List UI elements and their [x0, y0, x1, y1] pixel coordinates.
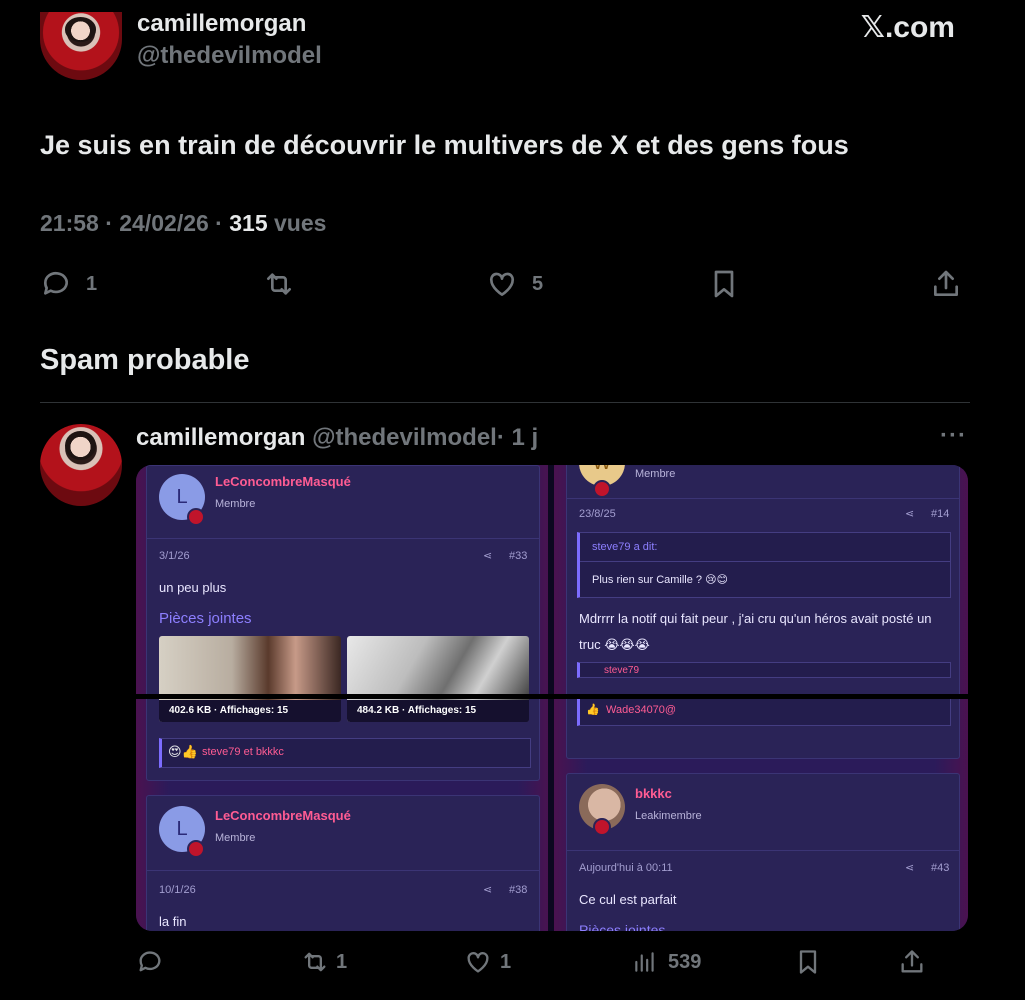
online-badge-icon — [593, 818, 611, 836]
tweet-text: Je suis en train de découvrir le multive… — [40, 130, 849, 160]
reply-age[interactable]: · 1 j — [497, 424, 538, 451]
reply-icon — [139, 951, 161, 972]
partial-quote: steve79 — [577, 662, 951, 678]
reply-retweet-button[interactable]: 1 — [300, 948, 347, 976]
reaction-users[interactable]: Wade34070@ — [606, 704, 676, 716]
reply-author-avatar[interactable] — [40, 424, 122, 506]
forum-post: W Membre 23/8/25 ⋖ #14 steve79 a dit: Pl… — [566, 465, 960, 759]
forum-username[interactable]: bkkkc — [635, 786, 672, 801]
post-number[interactable]: #38 — [509, 884, 527, 896]
like-count: 1 — [500, 950, 512, 973]
like-count: 5 — [532, 272, 544, 295]
reactions-bar[interactable]: 👍 Wade34070@ — [577, 696, 951, 726]
post-number[interactable]: #33 — [509, 550, 527, 562]
share-icon — [934, 270, 958, 296]
post-text: la fin — [159, 914, 187, 929]
reactions-bar[interactable]: 😍👍 steve79 et bkkkc — [159, 738, 531, 768]
post-text: Mdrrrr la notif qui fait peur , j'ai cru… — [579, 611, 932, 652]
share-post-icon[interactable]: ⋖ — [483, 883, 492, 896]
bookmark-button[interactable] — [708, 268, 740, 305]
retweet-icon — [304, 952, 326, 972]
post-date[interactable]: 23/8/25 — [579, 508, 616, 520]
post-text: un peu plus — [159, 580, 227, 595]
attachment-thumbnail[interactable]: 484.2 KB · Affichages: 15 — [347, 636, 529, 722]
reply-views-button[interactable]: 539 — [632, 948, 701, 976]
attached-screenshot[interactable]: L LeConcombreMasqué Membre 3/1/26 ⋖ #33 … — [136, 465, 968, 931]
attachment-meta: 402.6 KB · Affichages: 15 — [159, 700, 341, 722]
share-post-icon[interactable]: ⋖ — [905, 507, 914, 520]
views-chart-icon — [635, 952, 654, 972]
reaction-users[interactable]: steve79 et bkkkc — [202, 746, 284, 758]
post-text: Ce cul est parfait — [579, 892, 677, 907]
author-avatar[interactable] — [40, 12, 122, 80]
reply-icon — [43, 271, 68, 295]
attachments-title: Pièces jointes — [579, 922, 666, 931]
quote-block: steve79 a dit: Plus rien sur Camille ? 😢… — [577, 532, 951, 598]
reply-count: 1 — [86, 272, 98, 295]
forum-username[interactable]: LeConcombreMasqué — [215, 474, 351, 489]
tweet-timestamp[interactable]: 21:58 · 24/02/26 · — [40, 210, 229, 236]
share-icon — [901, 950, 923, 973]
like-reaction-icon: 👍 — [586, 704, 600, 716]
forum-user-role: Membre — [635, 468, 676, 480]
forum-user-role: Leakimembre — [635, 810, 702, 822]
post-date[interactable]: 10/1/26 — [159, 884, 196, 896]
forum-post: L LeConcombreMasqué Membre 3/1/26 ⋖ #33 … — [146, 465, 540, 781]
quote-author[interactable]: steve79 a dit: — [592, 541, 657, 553]
post-number[interactable]: #43 — [931, 862, 949, 874]
author-handle[interactable]: @thedevilmodel — [137, 42, 322, 70]
quote-text: Plus rien sur Camille ? 😢😊 — [592, 574, 729, 586]
reply-like-button[interactable]: 1 — [464, 948, 511, 976]
retweet-icon — [267, 273, 291, 295]
online-badge-icon — [187, 840, 205, 858]
forum-username[interactable]: LeConcombreMasqué — [215, 808, 351, 823]
retweet-button[interactable] — [262, 268, 296, 305]
online-badge-icon — [593, 480, 611, 498]
attachment-thumbnail[interactable]: 402.6 KB · Affichages: 15 — [159, 636, 341, 722]
post-date[interactable]: 3/1/26 — [159, 550, 190, 562]
reply-button[interactable]: 1 — [40, 268, 97, 300]
share-post-icon[interactable]: ⋖ — [905, 861, 914, 874]
reaction-emoji-icons: 😍👍 — [168, 744, 198, 759]
share-button[interactable] — [930, 268, 962, 305]
online-badge-icon — [187, 508, 205, 526]
divider — [40, 402, 970, 403]
reply-bookmark-button[interactable] — [794, 948, 822, 981]
reply-reply-button[interactable] — [136, 948, 164, 981]
attachment-meta: 484.2 KB · Affichages: 15 — [347, 700, 529, 722]
heart-icon — [467, 952, 489, 973]
bookmark-icon — [799, 950, 817, 974]
reply-author-name[interactable]: camillemorgan — [136, 424, 305, 451]
forum-post: bkkkc Leakimembre Aujourd'hui à 00:11 ⋖ … — [566, 773, 960, 931]
author-name[interactable]: camillemorgan — [137, 10, 306, 38]
attachments-title: Pièces jointes — [159, 610, 252, 627]
reply-header: camillemorgan @thedevilmodel· 1 j — [136, 424, 538, 452]
more-options-icon[interactable]: ··· — [940, 422, 967, 450]
section-title: Spam probable — [40, 344, 250, 376]
heart-icon — [489, 272, 515, 296]
forum-post: L LeConcombreMasqué Membre 10/1/26 ⋖ #38… — [146, 795, 540, 931]
x-brand-logo: 𝕏.com — [860, 11, 955, 44]
tweet-meta: 21:58 · 24/02/26 · 315 vues — [40, 210, 326, 237]
retweet-count: 1 — [336, 950, 348, 973]
forum-user-role: Membre — [215, 832, 256, 844]
post-date[interactable]: Aujourd'hui à 00:11 — [579, 862, 673, 874]
stitch-line — [136, 694, 968, 699]
reply-share-button[interactable] — [898, 948, 926, 981]
views-count: 539 — [668, 950, 702, 973]
post-number[interactable]: #14 — [931, 508, 949, 520]
view-label: vues — [267, 210, 327, 236]
share-post-icon[interactable]: ⋖ — [483, 549, 492, 562]
view-count: 315 — [229, 210, 268, 236]
forum-user-role: Membre — [215, 498, 256, 510]
reply-author-handle[interactable]: @thedevilmodel — [312, 424, 497, 451]
bookmark-icon — [714, 270, 734, 298]
like-button[interactable]: 5 — [486, 268, 543, 300]
